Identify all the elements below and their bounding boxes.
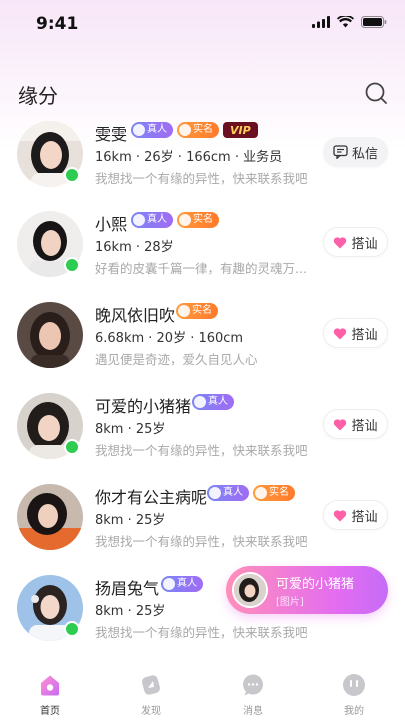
verified-name-badge: 实名	[253, 485, 295, 501]
status-bar: 9:41	[0, 0, 405, 48]
user-bio: 好看的皮囊千篇一律，有趣的灵魂万...	[95, 261, 307, 276]
heart-icon	[334, 236, 347, 248]
verified-name-badge: 实名	[177, 212, 219, 228]
user-bio: 我想找一个有缘的异性，快来联系我吧	[95, 171, 308, 186]
tab-label: 我的	[344, 706, 364, 717]
list-item[interactable]: 小熙 真人 实名 16km · 28岁 好看的皮囊千篇一律，有趣的灵魂万... …	[0, 205, 405, 293]
avatar[interactable]	[17, 484, 83, 550]
tab-discover[interactable]: 发现	[121, 672, 181, 717]
user-bio: 我想找一个有缘的异性，快来联系我吧	[95, 534, 308, 549]
heart-icon	[334, 509, 347, 521]
greet-button[interactable]: 搭讪	[323, 409, 388, 439]
user-meta: 6.68km · 20岁 · 160cm	[95, 331, 244, 346]
list-item[interactable]: 晚风依旧吹 实名 6.68km · 20岁 · 160cm 遇见便是奇迹，爱久自…	[0, 296, 405, 384]
verified-real-badge: 真人	[207, 485, 249, 501]
tab-profile[interactable]: 我的	[324, 672, 384, 717]
badge-group: 真人	[161, 576, 203, 592]
user-name: 可爱的小猪猪	[95, 397, 192, 416]
tab-messages[interactable]: 消息	[223, 672, 283, 717]
user-name: 雯雯	[95, 125, 128, 144]
greet-label: 搭讪	[351, 509, 378, 525]
user-bio: 遇见便是奇迹，爱久自见人心	[95, 352, 258, 367]
verified-real-badge: 真人	[131, 212, 173, 228]
toast-avatar	[232, 572, 268, 608]
message-notification-toast[interactable]: 可爱的小猪猪 [图片]	[226, 566, 388, 614]
online-indicator	[64, 621, 80, 637]
search-icon	[365, 82, 387, 104]
list-item[interactable]: 雯雯 真人 实名 VIP 16km · 26岁 · 166cm · 业务员 我想…	[0, 115, 405, 203]
vip-badge: VIP	[223, 122, 258, 138]
online-indicator	[64, 439, 80, 455]
online-indicator	[64, 257, 80, 273]
greet-label: 搭讪	[351, 418, 378, 434]
heart-icon	[334, 327, 347, 339]
verified-name-badge: 实名	[176, 303, 218, 319]
verified-real-badge: 真人	[192, 394, 234, 410]
battery-icon	[361, 16, 387, 28]
toast-message-preview: [图片]	[276, 597, 304, 608]
wifi-icon	[337, 16, 354, 28]
greet-label: 搭讪	[351, 236, 378, 252]
user-meta: 8km · 25岁	[95, 513, 166, 528]
greet-button[interactable]: 搭讪	[323, 500, 388, 530]
search-button[interactable]	[363, 80, 389, 106]
verified-real-badge: 真人	[161, 576, 203, 592]
list-item[interactable]: 可爱的小猪猪 真人 8km · 25岁 我想找一个有缘的异性，快来联系我吧 搭讪	[0, 387, 405, 475]
greet-label: 搭讪	[351, 327, 378, 343]
status-icons	[312, 16, 387, 28]
avatar[interactable]	[17, 302, 83, 368]
bottom-tab-bar: 首页 发现 消息 我的	[0, 666, 405, 720]
online-indicator	[64, 167, 80, 183]
greet-button[interactable]: 搭讪	[323, 227, 388, 257]
tab-home[interactable]: 首页	[20, 672, 80, 717]
badge-group: 真人 实名	[207, 485, 295, 501]
user-name: 你才有公主病呢	[95, 488, 208, 507]
user-meta: 16km · 28岁	[95, 240, 174, 255]
badge-group: 实名	[176, 303, 218, 319]
toast-sender-name: 可爱的小猪猪	[276, 577, 355, 592]
tab-label: 首页	[40, 706, 60, 717]
verified-real-badge: 真人	[131, 122, 173, 138]
page-header: 缘分	[0, 72, 405, 112]
greet-button[interactable]: 搭讪	[323, 318, 388, 348]
tab-label: 消息	[243, 706, 263, 717]
chat-icon	[333, 145, 348, 159]
profile-icon	[343, 674, 365, 696]
verified-name-badge: 实名	[177, 122, 219, 138]
user-meta: 8km · 25岁	[95, 422, 166, 437]
user-bio: 我想找一个有缘的异性，快来联系我吧	[95, 443, 308, 458]
list-item[interactable]: 你才有公主病呢 真人 实名 8km · 25岁 我想找一个有缘的异性，快来联系我…	[0, 478, 405, 566]
user-meta: 16km · 26岁 · 166cm · 业务员	[95, 150, 283, 165]
message-label: 私信	[351, 146, 378, 162]
user-bio: 我想找一个有缘的异性，快来联系我吧	[95, 625, 308, 640]
page-title: 缘分	[18, 84, 58, 108]
home-icon	[41, 675, 59, 696]
heart-icon	[334, 418, 347, 430]
badge-group: 真人 实名 VIP	[131, 122, 258, 138]
badge-group: 真人 实名	[131, 212, 219, 228]
status-time: 9:41	[36, 14, 79, 34]
messages-icon	[243, 674, 263, 696]
message-button[interactable]: 私信	[323, 137, 388, 167]
discover-icon	[142, 675, 160, 695]
signal-icon	[312, 16, 330, 28]
user-name: 晚风依旧吹	[95, 306, 176, 325]
user-meta: 8km · 25岁	[95, 604, 166, 619]
badge-group: 真人	[192, 394, 234, 410]
user-name: 扬眉兔气	[95, 579, 160, 598]
user-name: 小熙	[95, 215, 128, 234]
tab-label: 发现	[141, 706, 161, 717]
